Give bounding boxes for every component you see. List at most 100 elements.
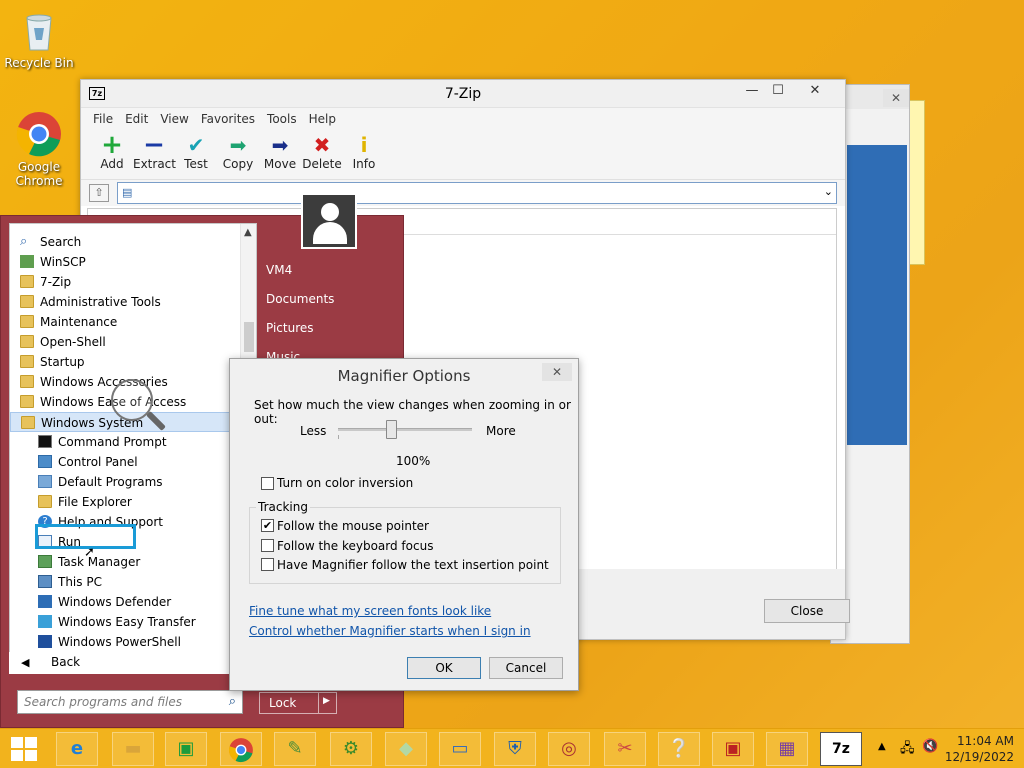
chrome-icon[interactable] [220, 732, 262, 766]
lock-button[interactable]: Lock ▶ [259, 692, 337, 714]
menu-file[interactable]: File [93, 108, 113, 130]
ie-icon[interactable]: e [56, 732, 98, 766]
program-label: WinSCP [40, 255, 86, 269]
installer-icon[interactable]: ▦ [766, 732, 808, 766]
defender-icon[interactable]: ⛨ [494, 732, 536, 766]
maximize-icon[interactable]: ☐ [765, 83, 791, 98]
menu-bar: File Edit View Favorites Tools Help [81, 108, 845, 130]
follow-mouse-checkbox[interactable]: ✔ [261, 519, 274, 532]
zoom-slider-track[interactable] [338, 428, 472, 431]
up-folder-icon[interactable]: ⇧ [89, 184, 109, 202]
start-item-pictures[interactable]: Pictures [259, 314, 399, 343]
program-windows-easy-transfer[interactable]: Windows Easy Transfer [10, 612, 256, 632]
program-this-pc[interactable]: This PC [10, 572, 256, 592]
path-input[interactable]: ▤ ⌄ [117, 182, 837, 204]
user-avatar[interactable] [301, 193, 357, 249]
menu-tools[interactable]: Tools [267, 108, 297, 130]
help-icon[interactable]: ❔ [658, 732, 700, 766]
color-inversion-label: Turn on color inversion [277, 476, 414, 490]
desktop-icon-recycle-bin[interactable]: Recycle Bin [4, 6, 74, 70]
clock[interactable]: 11:04 AM 12/19/2022 [945, 733, 1014, 765]
program-task-manager[interactable]: Task Manager [10, 552, 256, 572]
window-title: 7-Zip [444, 86, 482, 102]
volume-muted-icon[interactable]: 🔇 [922, 739, 938, 754]
close-button[interactable]: Close [764, 599, 850, 623]
follow-keyboard-checkbox[interactable] [261, 539, 274, 552]
folder-icon [20, 395, 34, 408]
menu-edit[interactable]: Edit [125, 108, 148, 130]
lock-label: Lock [269, 696, 297, 710]
start-button[interactable] [11, 737, 37, 761]
minimize-icon[interactable]: — [739, 83, 765, 98]
chevron-right-icon[interactable]: ▶ [323, 696, 330, 706]
ok-button[interactable]: OK [407, 657, 481, 679]
program-control-panel[interactable]: Control Panel [10, 452, 256, 472]
program-administrative-tools[interactable]: Administrative Tools [10, 292, 256, 312]
program-maintenance[interactable]: Maintenance [10, 312, 256, 332]
test-button[interactable]: ✔ Test [175, 130, 217, 179]
color-inversion-checkbox[interactable] [261, 477, 274, 490]
chevron-down-icon[interactable]: ⌄ [824, 185, 833, 198]
start-item-documents[interactable]: Documents [259, 285, 399, 314]
extract-button[interactable]: − Extract [133, 130, 176, 179]
search-icon[interactable]: ⌕ [229, 694, 236, 709]
task-manager-icon [38, 555, 52, 568]
delete-button[interactable]: ✖ Delete [301, 130, 343, 179]
store-icon[interactable]: ▣ [165, 732, 207, 766]
zoom-slider-thumb[interactable] [386, 420, 397, 439]
move-button[interactable]: ➡ Move [259, 130, 301, 179]
chevron-up-icon[interactable]: ▲ [244, 227, 252, 238]
menu-favorites[interactable]: Favorites [201, 108, 255, 130]
network-icon[interactable]: 🖧 [900, 739, 915, 761]
folders-icon[interactable]: ◆ [385, 732, 427, 766]
follow-text-insertion-checkbox[interactable] [261, 558, 274, 571]
scrollbar-thumb[interactable] [244, 322, 254, 352]
back-button[interactable]: ◀ Back [9, 652, 257, 674]
program-default-programs[interactable]: Default Programs [10, 472, 256, 492]
menu-help[interactable]: Help [309, 108, 336, 130]
start-item-vm4[interactable]: VM4 [259, 256, 399, 285]
info-button[interactable]: i Info [343, 130, 385, 179]
7zip-titlebar[interactable]: 7z 7-Zip — ☐ ✕ [81, 80, 845, 108]
snipping-icon[interactable]: ✂ [604, 732, 646, 766]
program-label: Startup [40, 355, 85, 369]
close-icon[interactable]: ✕ [795, 83, 835, 98]
program-startup[interactable]: Startup [10, 352, 256, 372]
control-panel-icon [38, 455, 52, 468]
start-search-input[interactable]: Search programs and files ⌕ [17, 690, 243, 714]
notepad-plus-icon[interactable]: ✎ [274, 732, 316, 766]
7zip-icon[interactable]: 7z [820, 732, 862, 766]
fine-tune-fonts-link[interactable]: Fine tune what my screen fonts look like [249, 604, 491, 618]
dialog-title: Magnifier Options [337, 367, 471, 385]
program-7zip-folder[interactable]: 7-Zip [10, 272, 256, 292]
remote-desktop-icon[interactable]: ▭ [439, 732, 481, 766]
program-file-explorer[interactable]: File Explorer [10, 492, 256, 512]
add-button[interactable]: + Add [91, 130, 133, 179]
program-windows-defender[interactable]: Windows Defender [10, 592, 256, 612]
media-icon[interactable]: ▣ [712, 732, 754, 766]
close-icon[interactable]: ✕ [542, 363, 572, 381]
tracking-title: Tracking [256, 500, 310, 514]
program-command-prompt[interactable]: Command Prompt [10, 432, 256, 452]
plus-icon: + [101, 130, 123, 160]
clock-app-icon[interactable]: ◎ [548, 732, 590, 766]
desktop-icon-chrome[interactable]: Google Chrome [4, 110, 74, 188]
program-label: Maintenance [40, 315, 118, 329]
magnifier-options-dialog: Magnifier Options ✕ Set how much the vie… [229, 358, 579, 691]
program-windows-powershell[interactable]: Windows PowerShell [10, 632, 256, 652]
program-winscp[interactable]: WinSCP [10, 252, 256, 272]
folder-icon [20, 335, 34, 348]
close-icon[interactable]: ✕ [883, 89, 909, 107]
program-open-shell[interactable]: Open-Shell [10, 332, 256, 352]
program-search[interactable]: ⌕ Search [10, 232, 256, 252]
mouse-cursor-icon: ➚ [84, 545, 95, 560]
command-prompt-icon [38, 435, 52, 448]
explorer-icon[interactable]: ▬ [112, 732, 154, 766]
magnifier-startup-link[interactable]: Control whether Magnifier starts when I … [249, 624, 531, 638]
winscp-icon[interactable]: ⚙ [330, 732, 372, 766]
cancel-button[interactable]: Cancel [489, 657, 563, 679]
chevron-up-icon[interactable]: ▲ [878, 741, 886, 752]
copy-button[interactable]: ➡ Copy [217, 130, 259, 179]
avatar-body [313, 222, 347, 244]
menu-view[interactable]: View [160, 108, 188, 130]
